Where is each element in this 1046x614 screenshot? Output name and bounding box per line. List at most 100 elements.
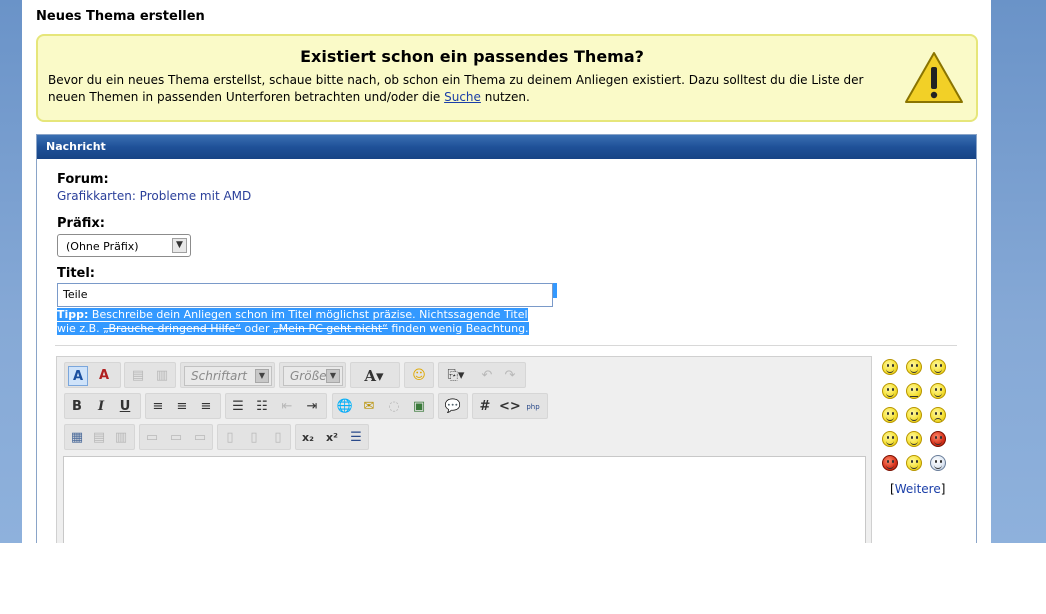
toolbar-group-quote: 💬	[438, 393, 468, 419]
italic-icon[interactable]: I	[91, 397, 111, 417]
tip-line1: Beschreibe dein Anliegen schon im Titel …	[88, 308, 528, 321]
page-background-right	[991, 0, 1046, 543]
undo-icon[interactable]: ↶	[477, 366, 497, 386]
ordered-list-icon[interactable]: ☰	[228, 397, 248, 417]
forum-link[interactable]: Grafikkarten: Probleme mit AMD	[57, 189, 251, 203]
toolbar-group-size: Größe ▼	[279, 362, 346, 388]
hash-icon[interactable]: #	[475, 397, 495, 417]
toolbar-group-smiley: ☺	[404, 362, 434, 388]
ghost-icon[interactable]	[930, 455, 946, 471]
tip-example-1: „Brauche dringend Hilfe“	[103, 322, 241, 335]
toolbar-group-table: ▦ ▤ ▥	[64, 424, 135, 450]
chevron-down-icon: ▼	[172, 238, 187, 253]
search-link[interactable]: Suche	[444, 90, 481, 104]
text-editor: A A ▤ ▥ Schriftart ▼ Größe ▼ A▾ ☺ ⎘▾ ↶ ↷…	[56, 356, 872, 543]
smiley-picker-icon[interactable]: ☺	[409, 366, 429, 386]
warning-icon	[905, 52, 963, 103]
sad-icon[interactable]	[930, 407, 946, 423]
bold-icon[interactable]: B	[67, 397, 87, 417]
mad-icon[interactable]	[882, 455, 898, 471]
subscript-icon[interactable]: x₂	[298, 428, 318, 448]
paste-word-icon[interactable]: ▥	[152, 366, 172, 386]
happy-icon[interactable]	[930, 359, 946, 375]
cool-icon[interactable]	[930, 383, 946, 399]
align-center-icon[interactable]: ≡	[172, 397, 192, 417]
prefix-select-value: (Ohne Präfix)	[66, 240, 139, 253]
prefix-label: Präfix:	[57, 216, 105, 231]
prefix-select[interactable]: (Ohne Präfix) ▼	[57, 234, 191, 257]
page-title: Neues Thema erstellen	[36, 9, 205, 24]
align-left-icon[interactable]: ≡	[148, 397, 168, 417]
toolbar-group-style: B I U	[64, 393, 141, 419]
toolbar-group-script: x₂ x² ☰	[295, 424, 369, 450]
eek-icon[interactable]	[906, 431, 922, 447]
text-color-icon[interactable]: A▾	[356, 366, 392, 386]
selection-marker	[553, 283, 557, 298]
forum-label: Forum:	[57, 172, 109, 187]
superscript-icon[interactable]: x²	[322, 428, 342, 448]
underline-icon[interactable]: U	[115, 397, 135, 417]
indent-icon[interactable]: ⇥	[302, 397, 322, 417]
remove-format-icon[interactable]: A	[94, 366, 114, 386]
notice-text-after: nutzen.	[480, 90, 530, 104]
laugh-icon[interactable]	[882, 383, 898, 399]
title-input[interactable]: Teile	[57, 283, 553, 307]
unordered-list-icon[interactable]: ☷	[252, 397, 272, 417]
col-insert-icon[interactable]: ▯	[220, 428, 240, 448]
smile-icon[interactable]	[882, 359, 898, 375]
rolleyes-icon[interactable]	[882, 407, 898, 423]
wink-icon[interactable]	[906, 407, 922, 423]
email-icon[interactable]: ✉	[359, 397, 379, 417]
redo-icon[interactable]: ↷	[500, 366, 520, 386]
tip-example-2: „Mein PC geht nicht“	[272, 322, 388, 335]
toolbar-group-clipboard: ▤ ▥	[124, 362, 176, 388]
table-row-icon[interactable]: ▤	[89, 428, 109, 448]
notice-text: Bevor du ein neues Thema erstellst, scha…	[48, 72, 888, 106]
size-select-label: Größe	[290, 369, 327, 383]
more-smilies-link[interactable]: Weitere	[895, 482, 941, 496]
toolbar-group-lists: ☰ ☷ ⇤ ⇥	[225, 393, 327, 419]
table-icon[interactable]: ▦	[67, 428, 87, 448]
php-icon[interactable]: php	[523, 397, 543, 417]
toolbar-group-mode: A A	[64, 362, 121, 388]
devil-icon[interactable]	[930, 431, 946, 447]
confused-icon[interactable]	[906, 383, 922, 399]
col-after-icon[interactable]: ▯	[244, 428, 264, 448]
outdent-icon[interactable]: ⇤	[277, 397, 297, 417]
col-delete-icon[interactable]: ▯	[268, 428, 288, 448]
font-select[interactable]: Schriftart ▼	[184, 366, 272, 386]
title-label: Titel:	[57, 266, 96, 281]
align-right-icon[interactable]: ≡	[196, 397, 216, 417]
toolbar-group-code: # <> php	[472, 393, 548, 419]
attachment-icon[interactable]: ⎘▾	[442, 366, 470, 386]
toolbar-group-align: ≡ ≡ ≡	[145, 393, 221, 419]
page-background-left	[0, 0, 22, 543]
tip-end: finden wenig Beachtung.	[387, 322, 529, 335]
size-select[interactable]: Größe ▼	[283, 366, 343, 386]
grin-icon[interactable]	[906, 359, 922, 375]
paste-text-icon[interactable]: ▤	[128, 366, 148, 386]
row-delete-icon[interactable]: ▭	[190, 428, 210, 448]
table-delete-icon[interactable]: ▥	[111, 428, 131, 448]
title-tip: Tipp: Beschreibe dein Anliegen schon im …	[57, 308, 541, 336]
more-bracket-close: ]	[940, 482, 946, 496]
tongue-icon[interactable]	[882, 431, 898, 447]
toolbar-group-rows: ▭ ▭ ▭	[139, 424, 213, 450]
tip-mid: oder	[240, 322, 273, 335]
toolbar-group-font: Schriftart ▼	[180, 362, 275, 388]
row-insert-icon[interactable]: ▭	[142, 428, 162, 448]
message-textarea[interactable]	[63, 456, 866, 543]
quote-icon[interactable]: 💬	[443, 397, 463, 417]
row-after-icon[interactable]: ▭	[166, 428, 186, 448]
wysiwyg-mode-icon[interactable]: A	[68, 366, 88, 386]
existing-thread-notice: Existiert schon ein passendes Thema? Bev…	[36, 34, 978, 122]
message-panel: Nachricht Forum: Grafikkarten: Probleme …	[36, 134, 977, 543]
surprised-icon[interactable]	[906, 455, 922, 471]
toolbar-group-cols: ▯ ▯ ▯	[217, 424, 291, 450]
notice-title: Existiert schon ein passendes Thema?	[300, 47, 644, 66]
horizontal-rule-icon[interactable]: ☰	[346, 428, 366, 448]
link-icon[interactable]: 🌐	[335, 397, 355, 417]
unlink-icon[interactable]: ◌	[384, 397, 404, 417]
code-icon[interactable]: <>	[499, 397, 521, 417]
image-icon[interactable]: ▣	[409, 397, 429, 417]
